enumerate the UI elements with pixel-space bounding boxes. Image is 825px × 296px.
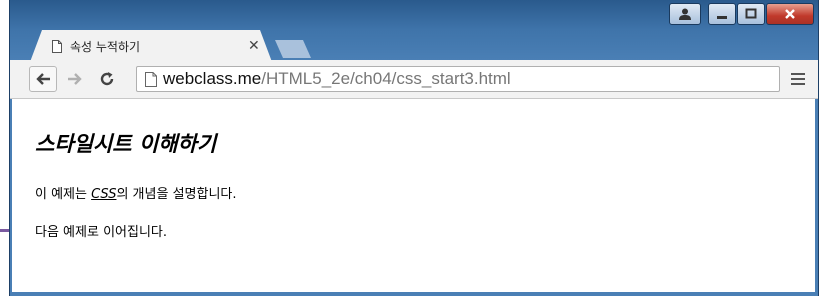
menu-bar-1 [791,73,805,75]
menu-bar-2 [791,78,805,80]
paragraph-2: 다음 예제로 이어집니다. [35,225,167,240]
paragraph-1: 이 예제는 CSS의 개념을 설명합니다. [35,183,237,202]
reload-icon [100,72,114,86]
address-bar[interactable]: webclass.me/HTML5_2e/ch04/css_start3.htm… [136,66,780,92]
browser-toolbar: webclass.me/HTML5_2e/ch04/css_start3.htm… [10,60,818,99]
tab-close-icon[interactable]: ✕ [248,38,260,54]
tab-title: 속성 누적하기 [70,39,141,54]
page-content: 스타일시트 이해하기 이 예제는 CSS의 개념을 설명합니다. 다음 예제로 … [12,99,815,292]
close-icon [785,9,795,19]
menu-button[interactable] [786,68,810,90]
paragraph-1-after: 의 개념을 설명합니다. [116,187,237,202]
maximize-icon [745,8,757,19]
maximize-button[interactable] [737,3,765,25]
window-controls [668,3,814,25]
menu-bar-3 [791,83,805,85]
minimize-icon [717,16,727,19]
arrow-left-icon [36,73,50,85]
user-icon [679,8,691,20]
window-bottom-border [10,292,818,296]
arrow-right-icon [68,73,82,85]
css-emphasis: CSS [91,187,117,202]
page-icon [145,71,157,87]
page-icon [52,39,62,53]
url-host: webclass.me [163,69,262,88]
forward-button[interactable] [61,66,89,92]
url-path: /HTML5_2e/ch04/css_start3.html [261,69,511,88]
new-tab-button[interactable] [275,40,311,58]
paragraph-1-before: 이 예제는 [35,187,92,202]
browser-window: 속성 누적하기 ✕ webclass.me/HTML5_2e/ch04/css_… [9,0,819,296]
page-heading: 스타일시트 이해하기 [35,132,217,156]
minimize-button[interactable] [708,3,736,25]
profile-button[interactable] [669,3,701,25]
reload-button[interactable] [93,66,121,92]
back-button[interactable] [29,66,57,92]
browser-tab[interactable]: 속성 누적하기 ✕ [30,30,272,62]
close-window-button[interactable] [766,3,814,25]
